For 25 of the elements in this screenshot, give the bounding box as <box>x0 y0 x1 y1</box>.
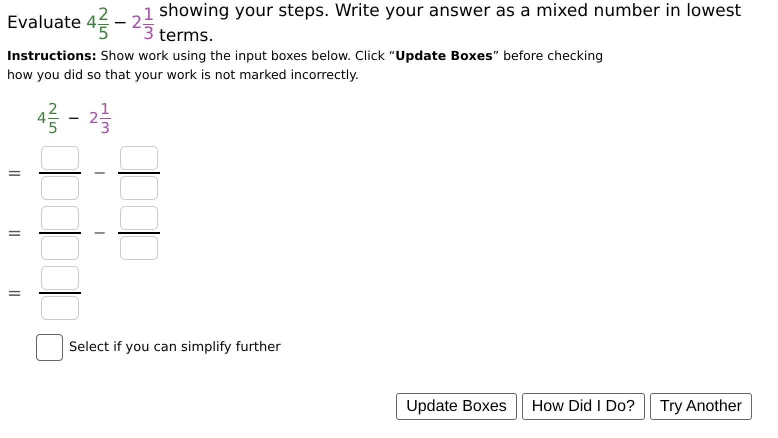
minus-sign: − <box>113 12 128 36</box>
question-text: showing your steps. Write your answer as a mixed number in lowest terms. <box>159 0 742 48</box>
minus-sign: − <box>93 222 106 244</box>
action-button[interactable]: Update Boxes <box>396 393 517 420</box>
answer-box[interactable] <box>120 206 158 230</box>
answer-box[interactable] <box>41 146 79 170</box>
equals-sign: = <box>7 222 24 246</box>
action-button[interactable]: How Did I Do? <box>522 393 645 420</box>
checkbox-label: Select if you can simplify further <box>69 338 281 357</box>
instructions-text: Instructions: Show work using the input boxes below. Click “Update Boxes” before checking how you did so that your work is not marked incorrectly. <box>7 47 604 84</box>
minus-sign: − <box>68 108 80 129</box>
minus-sign: − <box>93 162 106 184</box>
answer-box[interactable] <box>41 206 79 230</box>
action-button[interactable]: Try Another <box>650 393 752 420</box>
answer-box[interactable] <box>41 266 79 290</box>
question-text: Evaluate <box>7 12 82 36</box>
answer-box[interactable] <box>120 236 158 260</box>
answer-box[interactable] <box>41 236 79 260</box>
equals-sign: = <box>7 282 24 306</box>
answer-box[interactable] <box>41 176 79 200</box>
equals-sign: = <box>7 162 24 186</box>
answer-box[interactable] <box>41 296 79 320</box>
answer-box[interactable] <box>120 146 158 170</box>
answer-box[interactable] <box>120 176 158 200</box>
checkbox[interactable] <box>36 334 63 361</box>
